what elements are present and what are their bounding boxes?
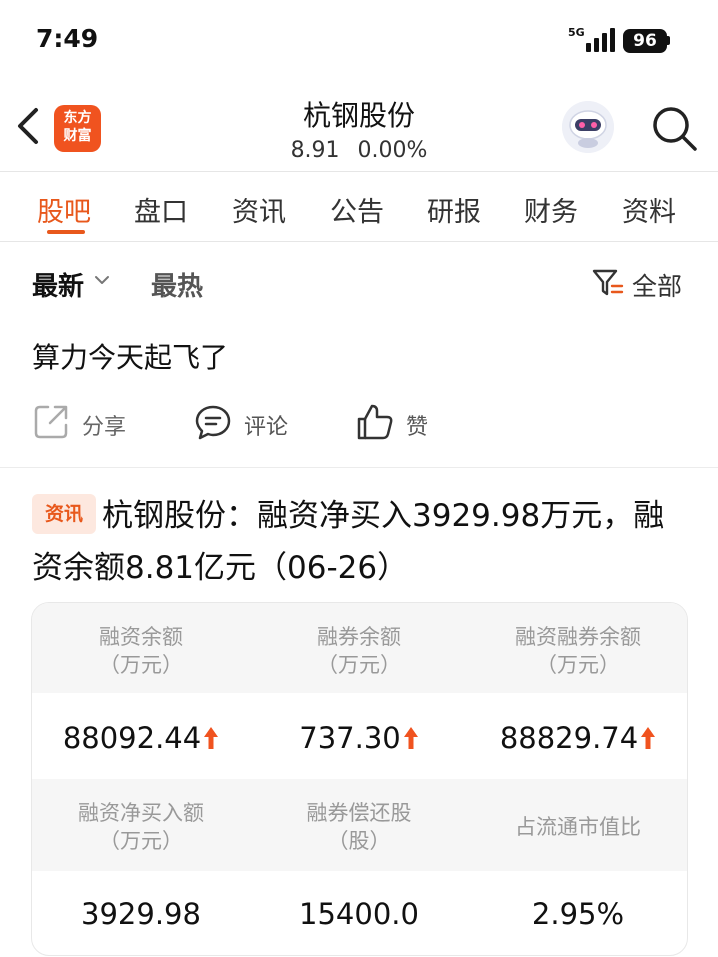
chevron-down-icon[interactable] (94, 274, 110, 286)
thumbs-up-icon (357, 404, 393, 440)
arrow-up-icon (204, 727, 219, 749)
comment-button[interactable]: 评论 (194, 403, 304, 443)
column-header: 融资余额 （万元） (99, 625, 183, 677)
filter-icon[interactable] (592, 268, 624, 298)
post-content[interactable]: 算力今天起飞了 (32, 336, 228, 376)
stock-quote: 8.91 0.00% (0, 138, 718, 163)
network-type: 5G (568, 26, 585, 39)
news-title[interactable]: 杭钢股份：融资净买入3929.98万元，融资余额8.81亿元（06-26） (32, 490, 672, 594)
table-cell: 2.95% (531, 897, 625, 931)
tab-profile[interactable]: 资料 (622, 190, 676, 229)
margin-data-card: 融资余额 （万元） 融券余额 （万元） 融资融券余额 （万元） 88092.44 73… (31, 602, 688, 956)
like-label: 赞 (406, 415, 429, 440)
column-header: 融券偿还股 （股） (306, 801, 412, 853)
stock-change: 0.00% (357, 138, 428, 163)
tab-bar: 股吧 盘口 资讯 公告 研报 财务 资料 (0, 172, 718, 240)
status-time: 7:49 (36, 24, 99, 53)
share-icon (34, 405, 68, 439)
tab-announcements[interactable]: 公告 (330, 190, 384, 229)
robot-avatar-icon[interactable] (562, 101, 614, 153)
stock-price: 8.91 (290, 138, 340, 163)
search-icon[interactable] (650, 104, 698, 152)
table-cell: 15400.0 (299, 897, 419, 931)
tab-finance[interactable]: 财务 (524, 190, 578, 229)
table-cell: 88092.44 (32, 721, 250, 755)
arrow-up-icon (641, 727, 656, 749)
tabs-divider (0, 241, 718, 242)
tab-news[interactable]: 资讯 (232, 190, 286, 229)
tab-guba[interactable]: 股吧 (37, 190, 91, 229)
arrow-up-icon (403, 727, 418, 749)
column-header: 融券余额 （万元） (317, 625, 401, 677)
signal-icon (586, 28, 616, 52)
like-button[interactable]: 赞 (356, 403, 446, 443)
share-label: 分享 (82, 415, 127, 440)
table-cell: 88829.74 (469, 721, 687, 755)
comment-icon (195, 405, 231, 440)
share-button[interactable]: 分享 (32, 403, 142, 443)
sort-latest[interactable]: 最新 (32, 266, 84, 303)
tab-research[interactable]: 研报 (427, 190, 481, 229)
battery-tip (667, 36, 670, 45)
tab-pankou[interactable]: 盘口 (134, 190, 188, 229)
post-divider (0, 467, 718, 468)
active-tab-indicator (47, 230, 85, 234)
stock-header: 东方 财富 杭钢股份 8.91 0.00% (0, 80, 718, 172)
column-header: 融资净买入额 （万元） (78, 801, 204, 853)
filter-label[interactable]: 全部 (632, 267, 682, 303)
comment-label: 评论 (244, 415, 289, 440)
column-header: 融资融券余额 （万元） (515, 625, 641, 677)
status-bar: 7:49 5G 96 (0, 0, 718, 80)
table-cell: 3929.98 (81, 897, 201, 931)
sort-hot[interactable]: 最热 (151, 266, 203, 303)
table-cell: 737.30 (250, 721, 468, 755)
battery-icon: 96 (623, 29, 667, 53)
column-header: 占流通市值比 (515, 815, 641, 839)
